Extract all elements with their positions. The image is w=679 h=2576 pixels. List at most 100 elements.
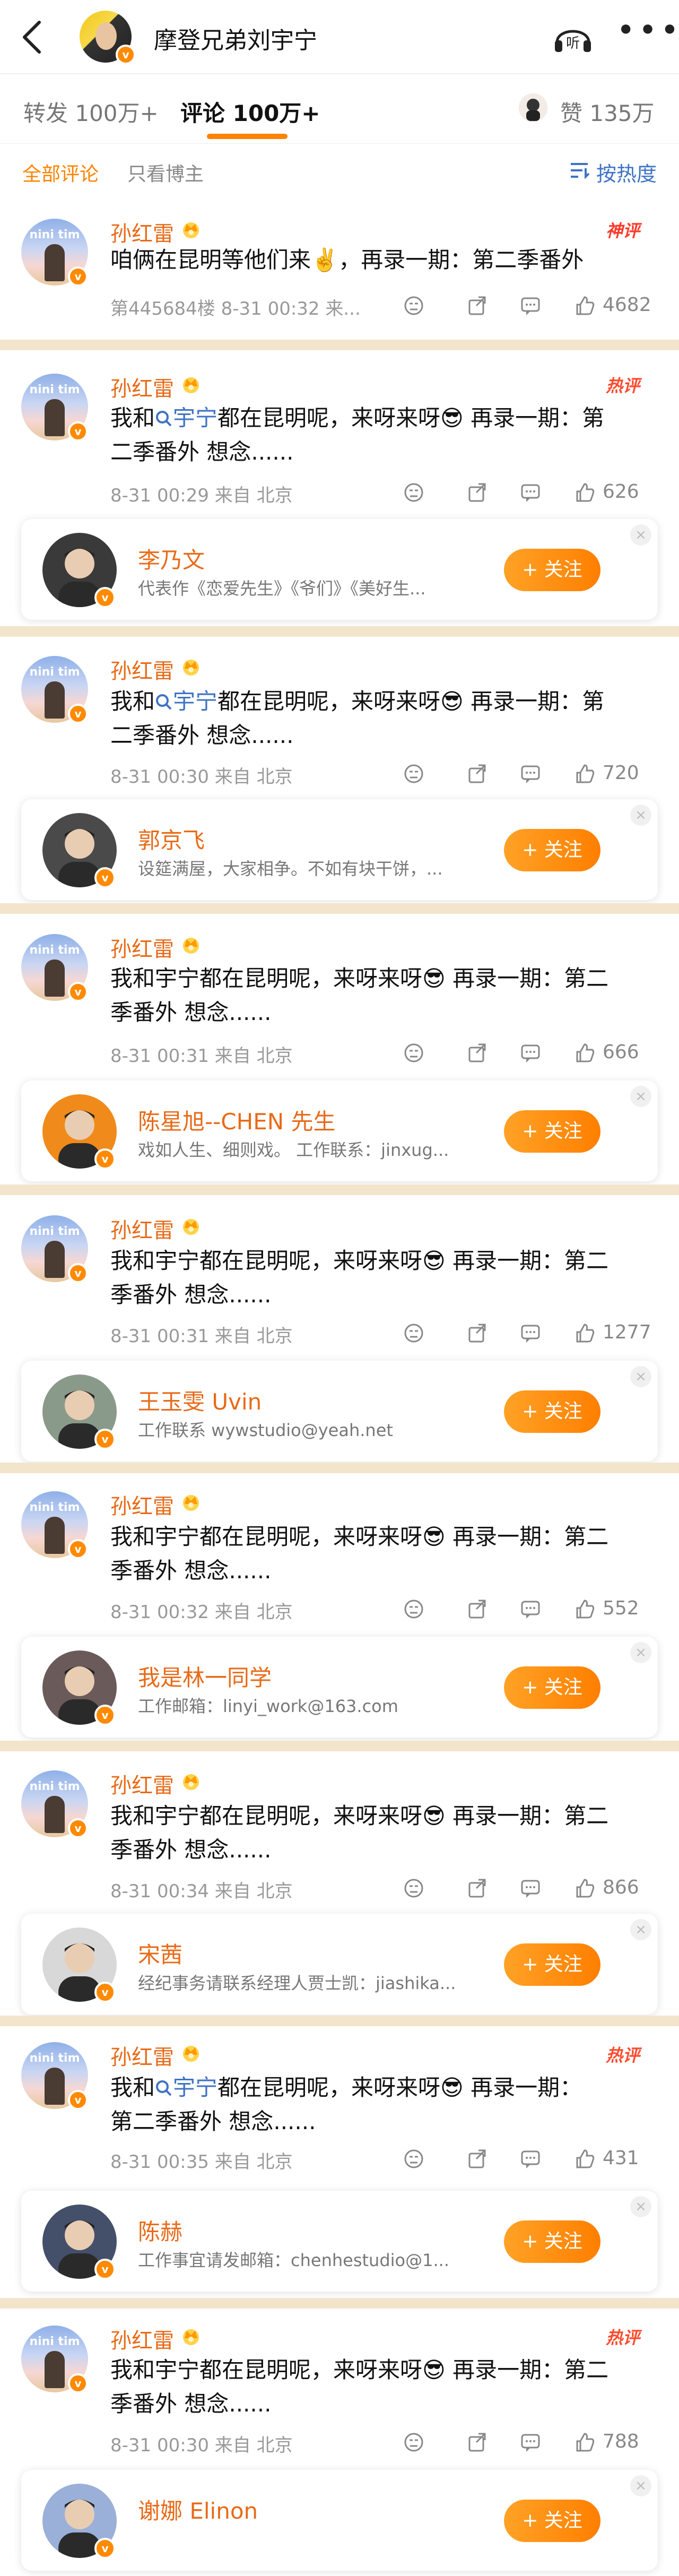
reply-icon[interactable] [520,2432,541,2453]
commenter-name[interactable]: 孙红雷 [110,1768,174,1799]
follow-button[interactable]: + 关注 [504,2220,600,2263]
commenter-name[interactable]: 孙红雷 [110,2040,174,2071]
comment-text: 我和宇宁都在昆明呢，来呀来呀😎 再录一期：第二季番外 想念...... [110,1799,651,1867]
commenter-name[interactable]: 孙红雷 [110,371,174,402]
recommended-user-name[interactable]: 郭京飞 [138,823,205,855]
avatar-figure [45,2351,65,2388]
like-thumb-icon[interactable] [574,295,595,316]
dislike-icon[interactable] [403,482,424,503]
comment-text-segment: 季番外 想念...... [110,1837,272,1863]
tab-repost[interactable]: 转发 100万+ [23,96,159,128]
follow-button[interactable]: + 关注 [504,1390,600,1433]
share-icon[interactable] [467,1598,488,1620]
reply-icon[interactable] [520,1598,541,1620]
like-thumb-icon[interactable] [574,2148,595,2169]
reply-icon[interactable] [520,295,541,316]
follow-button[interactable]: + 关注 [504,1666,600,1709]
close-card-icon[interactable]: × [630,1642,651,1663]
recommended-user-card: v 陈赫 工作事宜请发邮箱：chenhestudio@1... + 关注 × [21,2191,658,2292]
reply-icon[interactable] [520,763,541,784]
reply-icon[interactable] [520,1322,541,1344]
share-icon[interactable] [467,295,488,316]
more-options-icon[interactable]: ••• [616,14,679,49]
dislike-icon[interactable] [403,763,424,784]
recommended-user-name[interactable]: 李乃文 [138,542,205,575]
like-thumb-icon[interactable] [574,763,595,784]
close-card-icon[interactable]: × [630,2196,651,2217]
commenter-name[interactable]: 孙红雷 [110,1213,174,1244]
follow-button[interactable]: + 关注 [504,2500,600,2542]
recommended-user-name[interactable]: 王玉雯 Uvin [138,1384,262,1416]
recommended-user-name[interactable]: 我是林一同学 [138,1660,272,1692]
share-icon[interactable] [467,2148,488,2169]
comment-meta: 8-31 00:31 来自 北京 [110,1326,293,1347]
follow-button[interactable]: + 关注 [504,549,600,591]
sort-icon[interactable] [570,162,591,179]
listen-headphone-icon[interactable]: 听 [552,18,594,55]
share-icon[interactable] [467,1878,488,1899]
dislike-icon[interactable] [403,295,424,316]
reply-icon[interactable] [520,2148,541,2169]
mention-link[interactable]: 宇宁 [155,405,217,431]
like-count: 431 [603,2147,639,2169]
share-icon[interactable] [467,763,488,784]
comment-text-segment: 季番外 想念...... [110,1282,272,1308]
commenter-name[interactable]: 孙红雷 [110,654,174,685]
dislike-icon[interactable] [403,1598,424,1620]
dislike-icon[interactable] [403,1042,424,1064]
dislike-icon[interactable] [403,2432,424,2453]
avatar-overlay-text: nini tim [29,228,80,241]
close-card-icon[interactable]: × [630,1366,651,1387]
commenter-name[interactable]: 孙红雷 [110,1489,174,1520]
share-icon[interactable] [467,1322,488,1344]
tab-like[interactable]: 赞 135万 [560,96,655,128]
share-icon[interactable] [467,2432,488,2453]
mention-text[interactable]: 宇宁 [173,688,217,714]
follow-button[interactable]: + 关注 [504,829,600,871]
sort-by-hot-button[interactable]: 按热度 [596,158,657,187]
dislike-icon[interactable] [403,1878,424,1899]
reply-icon[interactable] [520,1042,541,1064]
close-card-icon[interactable]: × [630,1086,651,1107]
commenter-name[interactable]: 孙红雷 [110,932,174,963]
recommended-user-name[interactable]: 宋茜 [138,1937,182,1969]
share-icon[interactable] [467,1042,488,1064]
tab-comment[interactable]: 评论 100万+ [180,96,320,128]
commenter-name[interactable]: 孙红雷 [110,2323,174,2354]
reply-icon[interactable] [520,482,541,503]
close-card-icon[interactable]: × [630,2475,651,2496]
like-thumb-icon[interactable] [574,482,595,503]
mention-text[interactable]: 宇宁 [173,2074,217,2100]
like-thumb-icon[interactable] [574,1598,595,1620]
verified-badge-icon: v [68,1263,88,1283]
filter-owner-only[interactable]: 只看博主 [127,159,204,186]
like-thumb-icon[interactable] [574,1042,595,1064]
section-divider [0,626,679,637]
reply-icon[interactable] [520,1878,541,1899]
section-divider [0,340,679,350]
close-card-icon[interactable]: × [630,805,651,826]
recommended-user-name[interactable]: 谢娜 Elinon [138,2493,258,2526]
comment-meta: 8-31 00:35 来自 北京 [110,2151,293,2173]
mention-link[interactable]: 宇宁 [155,2074,217,2100]
recommended-user-name[interactable]: 陈星旭--CHEN 先生 [138,1104,336,1136]
avatar-overlay-text: nini tim [29,2335,80,2348]
comment-text: 咱俩在昆明等他们来✌️，再录一期：第二季番外 [110,243,651,277]
mention-text[interactable]: 宇宁 [173,405,217,431]
recommended-user-name[interactable]: 陈赫 [138,2214,182,2246]
like-thumb-icon[interactable] [574,1322,595,1344]
follow-button[interactable]: + 关注 [504,1943,600,1986]
follow-button[interactable]: + 关注 [504,1110,600,1153]
like-thumb-icon[interactable] [574,1878,595,1899]
filter-all-comments[interactable]: 全部评论 [22,159,99,186]
dislike-icon[interactable] [403,2148,424,2169]
close-card-icon[interactable]: × [630,1919,651,1940]
dislike-icon[interactable] [403,1322,424,1344]
close-card-icon[interactable]: × [630,524,651,546]
verified-badge-icon: v [94,1982,116,2003]
mention-link[interactable]: 宇宁 [155,688,217,714]
tab-bar: 转发 100万+ 评论 100万+ 赞 135万 [0,73,679,143]
share-icon[interactable] [467,482,488,503]
back-arrow-icon[interactable] [15,16,52,58]
like-thumb-icon[interactable] [574,2432,595,2453]
